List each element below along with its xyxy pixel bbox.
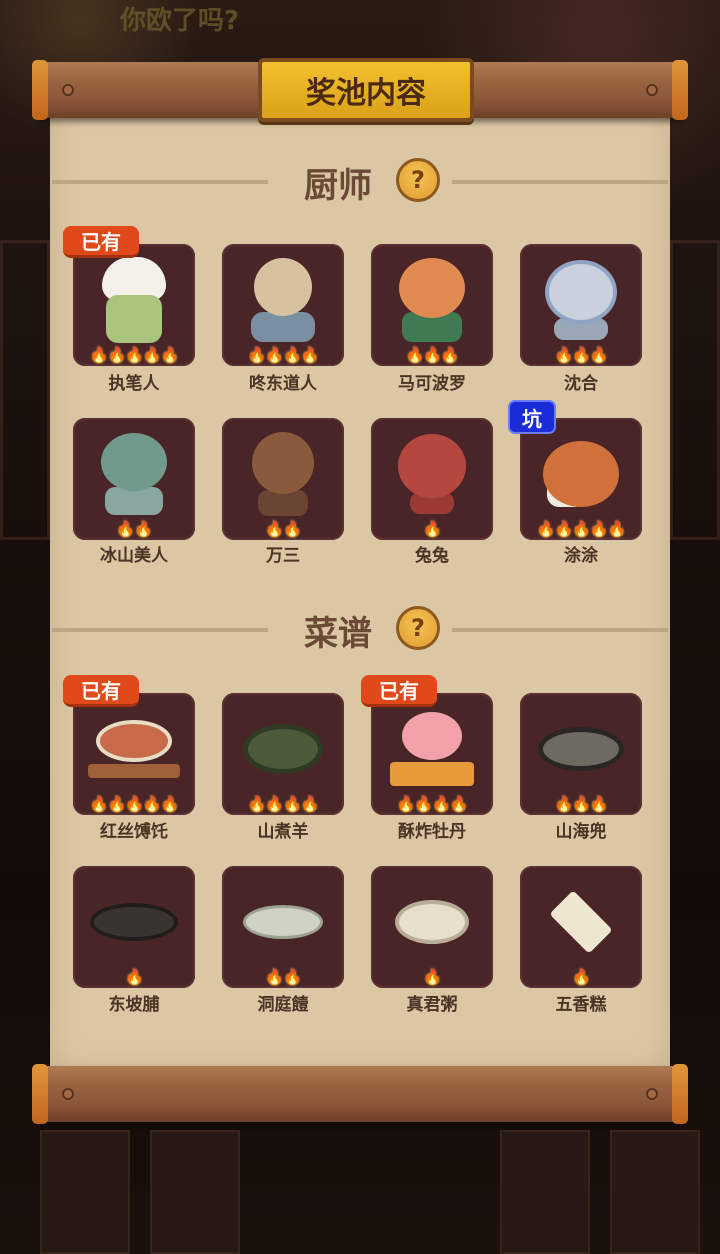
chef-card-7[interactable]: 🔥 — [371, 418, 493, 540]
recipe-name: 山海兜 — [555, 822, 607, 842]
chef-name: 执笔人 — [108, 374, 160, 394]
recipe-name: 洞庭饐 — [257, 995, 309, 1015]
chef-card-1[interactable]: 🔥🔥🔥🔥🔥 — [73, 244, 195, 366]
dish-image — [395, 900, 469, 945]
scroll-rod-bottom — [32, 1064, 688, 1124]
owned-badge: 已有 — [361, 675, 437, 707]
star-rating: 🔥🔥🔥🔥 — [247, 795, 320, 813]
chef-card-5[interactable]: 🔥🔥 — [73, 418, 195, 540]
recipe-name: 东坡脯 — [108, 995, 160, 1015]
chef-portrait — [101, 433, 167, 516]
recipe-card-3[interactable]: 🔥🔥🔥🔥 — [371, 693, 493, 815]
star-rating: 🔥🔥🔥🔥🔥 — [536, 520, 626, 538]
owned-badge: 已有 — [63, 675, 139, 707]
dish-image — [538, 727, 624, 772]
star-rating: 🔥🔥 — [116, 520, 152, 538]
chef-card-2[interactable]: 🔥🔥🔥🔥 — [222, 244, 344, 366]
background-banner-text: 你欧了吗? — [120, 6, 240, 36]
chef-name: 沈合 — [564, 374, 598, 394]
star-rating: 🔥🔥🔥🔥🔥 — [89, 346, 179, 364]
chef-name: 兔兔 — [415, 546, 449, 566]
chef-card-3[interactable]: 🔥🔥🔥 — [371, 244, 493, 366]
chef-portrait — [398, 434, 466, 515]
chef-portrait — [543, 441, 619, 508]
background-tile — [40, 1130, 130, 1254]
chef-portrait — [399, 258, 465, 343]
chef-name: 万三 — [266, 546, 300, 566]
recipe-name: 红丝馎饦 — [100, 822, 168, 842]
chef-name: 咚东道人 — [249, 374, 317, 394]
chef-name: 冰山美人 — [100, 546, 168, 566]
rivet — [62, 84, 74, 96]
rivet — [646, 84, 658, 96]
recipe-name: 五香糕 — [555, 995, 607, 1015]
background-tile — [610, 1130, 700, 1254]
pit-tag: 坑 — [508, 400, 556, 434]
background-tile — [150, 1130, 240, 1254]
divider — [452, 628, 668, 632]
rivet — [62, 1088, 74, 1100]
recipe-card-2[interactable]: 🔥🔥🔥🔥 — [222, 693, 344, 815]
star-rating: 🔥🔥 — [265, 520, 301, 538]
recipe-name: 真君粥 — [406, 995, 458, 1015]
recipe-help-icon[interactable]: ? — [396, 606, 440, 650]
dish-image — [243, 905, 323, 940]
recipe-card-5[interactable]: 🔥 — [73, 866, 195, 988]
dish-image — [88, 720, 180, 779]
star-rating: 🔥 — [125, 968, 144, 986]
chef-card-8[interactable]: 🔥🔥🔥🔥🔥 — [520, 418, 642, 540]
chef-portrait — [251, 258, 315, 343]
recipe-card-1[interactable]: 🔥🔥🔥🔥🔥 — [73, 693, 195, 815]
star-rating: 🔥🔥🔥🔥 — [396, 795, 469, 813]
background-lattice — [0, 240, 50, 540]
recipe-section-title: 菜谱 — [304, 614, 372, 654]
recipe-name: 酥炸牡丹 — [398, 822, 466, 842]
dish-image — [390, 712, 474, 787]
background-lattice — [670, 240, 720, 540]
star-rating: 🔥🔥🔥 — [405, 346, 459, 364]
chef-name: 涂涂 — [564, 546, 598, 566]
chef-portrait — [252, 432, 314, 517]
dish-image — [243, 724, 323, 775]
owned-badge: 已有 — [63, 226, 139, 258]
chef-card-6[interactable]: 🔥🔥 — [222, 418, 344, 540]
chef-help-icon[interactable]: ? — [396, 158, 440, 202]
divider — [452, 180, 668, 184]
recipe-section-header: 菜谱 ? — [52, 606, 668, 654]
chef-portrait — [545, 260, 617, 341]
recipe-name: 山煮羊 — [257, 822, 309, 842]
recipe-card-8[interactable]: 🔥 — [520, 866, 642, 988]
star-rating: 🔥 — [572, 968, 591, 986]
dialog-title: 奖池内容 — [258, 58, 474, 122]
recipe-card-4[interactable]: 🔥🔥🔥 — [520, 693, 642, 815]
divider — [52, 180, 268, 184]
chef-name: 马可波罗 — [398, 374, 466, 394]
divider — [52, 628, 268, 632]
rivet — [646, 1088, 658, 1100]
chef-section-title: 厨师 — [304, 166, 372, 206]
star-rating: 🔥 — [423, 968, 442, 986]
dish-image — [90, 903, 178, 942]
star-rating: 🔥 — [423, 520, 442, 538]
star-rating: 🔥🔥🔥🔥 — [247, 346, 320, 364]
star-rating: 🔥🔥 — [265, 968, 301, 986]
recipe-card-7[interactable]: 🔥 — [371, 866, 493, 988]
chef-portrait — [102, 257, 166, 344]
star-rating: 🔥🔥🔥 — [554, 346, 608, 364]
background-tile — [500, 1130, 590, 1254]
chef-card-4[interactable]: 🔥🔥🔥 — [520, 244, 642, 366]
star-rating: 🔥🔥🔥 — [554, 795, 608, 813]
star-rating: 🔥🔥🔥🔥🔥 — [89, 795, 179, 813]
chef-section-header: 厨师 ? — [52, 158, 668, 206]
dish-image — [541, 890, 621, 954]
recipe-card-6[interactable]: 🔥🔥 — [222, 866, 344, 988]
